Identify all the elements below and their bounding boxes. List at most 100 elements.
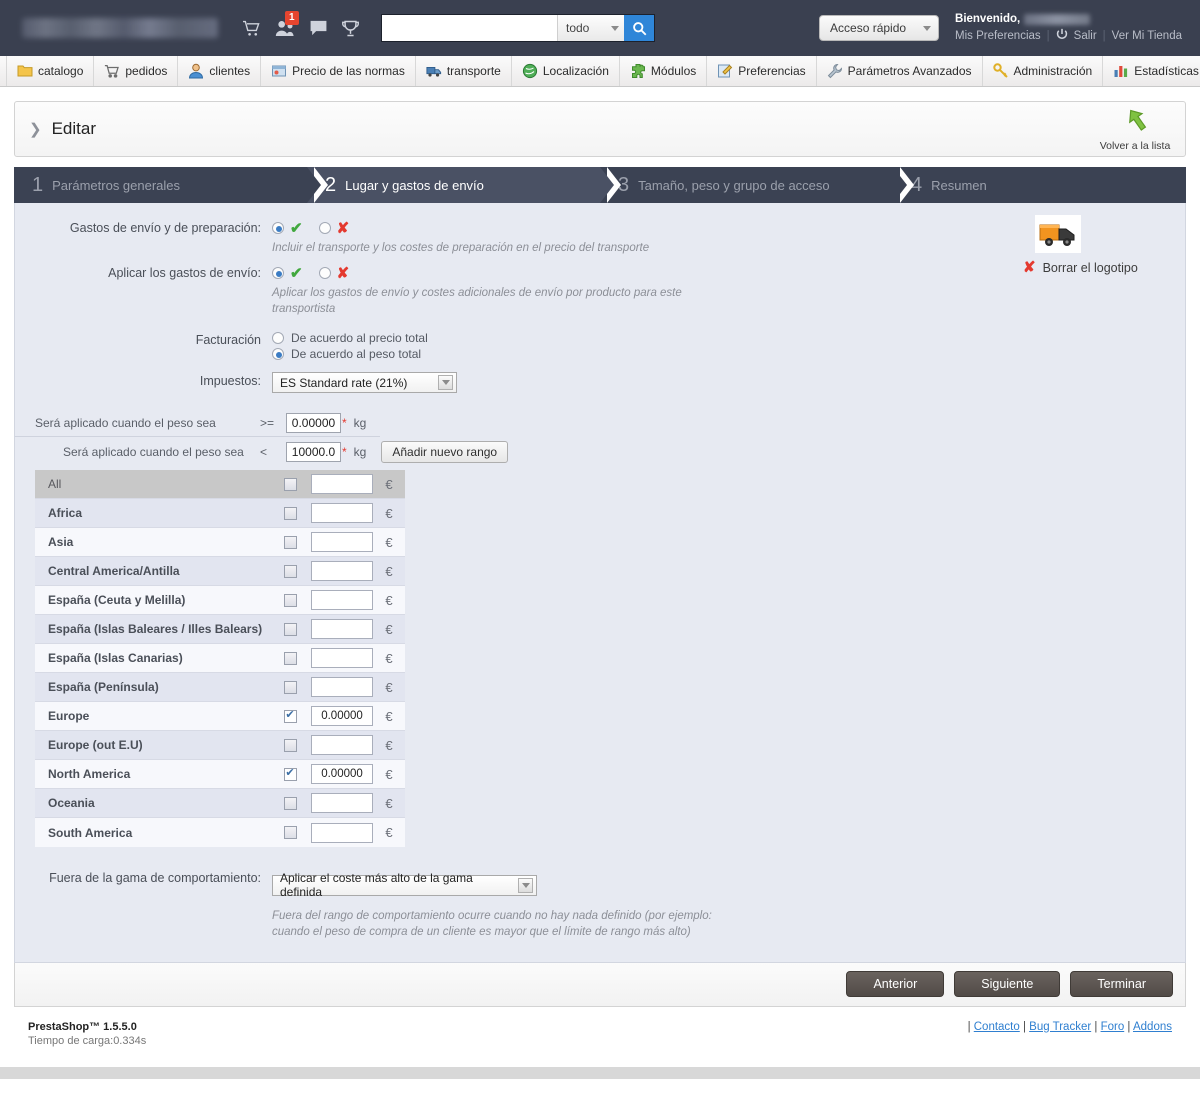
zone-price-input[interactable] — [311, 793, 373, 813]
zone-price-input[interactable] — [311, 474, 373, 494]
footer-link-bug-tracker[interactable]: Bug Tracker — [1029, 1021, 1091, 1033]
zone-price-input[interactable] — [311, 677, 373, 697]
next-button[interactable]: Siguiente — [954, 971, 1061, 997]
power-icon — [1056, 28, 1068, 46]
zone-checkbox[interactable] — [283, 826, 297, 839]
zone-price-input[interactable] — [311, 764, 373, 784]
shop-logo[interactable] — [22, 18, 218, 38]
footer-links: | Contacto | Bug Tracker | Foro | Addons — [968, 1021, 1172, 1033]
zone-checkbox[interactable] — [283, 767, 297, 781]
zone-price-input[interactable] — [311, 561, 373, 581]
zone-name: Oceania — [48, 796, 95, 810]
out-of-range-select[interactable]: Aplicar el coste más alto de la gama def… — [272, 871, 537, 899]
nav-item-parametros-avanzados[interactable]: Parámetros Avanzados — [817, 56, 983, 86]
zone-checkbox[interactable] — [283, 738, 297, 752]
zone-price-input[interactable] — [311, 648, 373, 668]
nav-item-administracion[interactable]: Administración — [983, 56, 1104, 86]
footer-link-contacto[interactable]: Contacto — [974, 1021, 1020, 1033]
zone-price-input[interactable] — [311, 532, 373, 552]
table-row: España (Islas Canarias) € — [35, 644, 405, 673]
zone-checkbox[interactable] — [283, 796, 297, 810]
delete-logo-row[interactable]: ✘ Borrar el logotipo — [1023, 260, 1163, 275]
wizard-step-3[interactable]: 3 Tamaño, peso y grupo de acceso — [600, 167, 914, 203]
search-scope-select[interactable]: todo — [557, 15, 624, 41]
truck-icon — [426, 63, 442, 79]
footer-link-addons[interactable]: Addons — [1133, 1021, 1172, 1033]
messages-icon[interactable] — [309, 20, 328, 36]
radio-by-price[interactable] — [272, 332, 284, 344]
my-preferences-link[interactable]: Mis Preferencias — [955, 28, 1041, 45]
wizard-steps: 1 Parámetros generales 2 Lugar y gastos … — [14, 167, 1200, 203]
search-input[interactable] — [382, 15, 557, 41]
table-row-all: All € — [35, 470, 405, 499]
zone-name: España (Islas Canarias) — [48, 651, 183, 665]
nav-item-catalogo[interactable]: catalogo — [6, 56, 95, 86]
nav-item-pedidos[interactable]: pedidos — [94, 56, 179, 86]
radio-yes[interactable] — [272, 267, 284, 279]
zone-checkbox[interactable] — [283, 564, 297, 578]
trophy-icon[interactable] — [342, 20, 359, 37]
zone-name: Asia — [48, 535, 74, 549]
zone-checkbox[interactable] — [283, 506, 297, 520]
zone-price-input[interactable] — [311, 590, 373, 610]
zone-name: South America — [48, 825, 133, 840]
footer-link-foro[interactable]: Foro — [1101, 1021, 1125, 1033]
nav-item-precio-normas[interactable]: Precio de las normas — [261, 56, 416, 86]
radio-by-weight[interactable] — [272, 348, 284, 360]
range-min-label: Será aplicado cuando el peso sea — [35, 416, 216, 430]
previous-button[interactable]: Anterior — [846, 971, 945, 997]
zone-price-input[interactable] — [311, 822, 373, 843]
zone-checkbox[interactable] — [283, 651, 297, 665]
nav-item-transporte[interactable]: transporte — [416, 56, 512, 86]
spacer — [14, 1046, 1186, 1067]
quick-access-dropdown[interactable]: Acceso rápido — [819, 15, 940, 41]
cart-icon — [104, 63, 120, 79]
divider: | — [1102, 30, 1106, 42]
search-button[interactable] — [624, 15, 654, 41]
range-max-input[interactable] — [286, 442, 341, 462]
nav-label: Precio de las normas — [292, 64, 405, 78]
billing-option-weight[interactable]: De acuerdo al peso total — [272, 347, 1185, 361]
radio-no[interactable] — [318, 267, 331, 279]
wizard-step-1[interactable]: 1 Parámetros generales — [14, 167, 328, 203]
shipping-form: ✘ Borrar el logotipo Gastos de envío y d… — [14, 203, 1186, 963]
nav-item-preferencias[interactable]: Preferencias — [707, 56, 817, 86]
zone-price-input[interactable] — [311, 735, 373, 755]
zone-checkbox[interactable] — [283, 622, 297, 636]
zone-checkbox[interactable] — [283, 477, 297, 491]
radio-yes[interactable] — [272, 222, 284, 234]
carrier-logo-image — [1035, 215, 1081, 253]
view-shop-link[interactable]: Ver Mi Tienda — [1112, 28, 1182, 45]
nav-item-estadisticas[interactable]: Estadísticas — [1103, 56, 1200, 86]
cart-icon[interactable] — [242, 20, 261, 37]
nav-item-clientes[interactable]: clientes — [178, 56, 262, 86]
zone-price-input[interactable] — [311, 619, 373, 639]
zones-table: All € Africa € Asia € Central America/An… — [35, 470, 405, 847]
zone-price-input[interactable] — [311, 706, 373, 726]
table-row: Europe (out E.U) € — [35, 731, 405, 760]
billing-option-price[interactable]: De acuerdo al precio total — [272, 331, 1185, 345]
wizard-step-2[interactable]: 2 Lugar y gastos de envío — [307, 167, 621, 203]
zone-checkbox[interactable] — [283, 535, 297, 549]
zone-checkbox[interactable] — [283, 593, 297, 607]
back-to-list-button[interactable]: Volver a la lista — [1095, 108, 1175, 152]
field-hint-line2: cuando el peso de compra de un cliente e… — [272, 925, 691, 938]
add-new-range-button[interactable]: Añadir nuevo rango — [381, 441, 509, 463]
logout-link[interactable]: Salir — [1074, 28, 1097, 45]
taxes-select[interactable]: ES Standard rate (21%) — [272, 372, 457, 393]
finish-button[interactable]: Terminar — [1070, 971, 1173, 997]
radio-no[interactable] — [318, 222, 331, 234]
billing-option-label: De acuerdo al peso total — [291, 347, 422, 361]
nav-item-localizacion[interactable]: Localización — [512, 56, 620, 86]
zone-checkbox[interactable] — [283, 680, 297, 694]
field-hint-line1: Fuera del rango de comportamiento ocurre… — [272, 909, 712, 922]
header-right-group: Acceso rápido Bienvenido, Mis Preferenci… — [819, 11, 1186, 46]
nav-label: Localización — [542, 64, 609, 78]
load-time: Tiempo de carga:0.334s — [28, 1034, 147, 1047]
customers-icon[interactable]: 1 — [275, 10, 299, 37]
range-min-input[interactable] — [286, 413, 341, 433]
zone-checkbox[interactable] — [283, 709, 297, 723]
zone-price-input[interactable] — [311, 503, 373, 523]
nav-item-modulos[interactable]: Módulos — [620, 56, 708, 86]
wizard-step-4[interactable]: 4 Resumen — [893, 167, 1200, 203]
